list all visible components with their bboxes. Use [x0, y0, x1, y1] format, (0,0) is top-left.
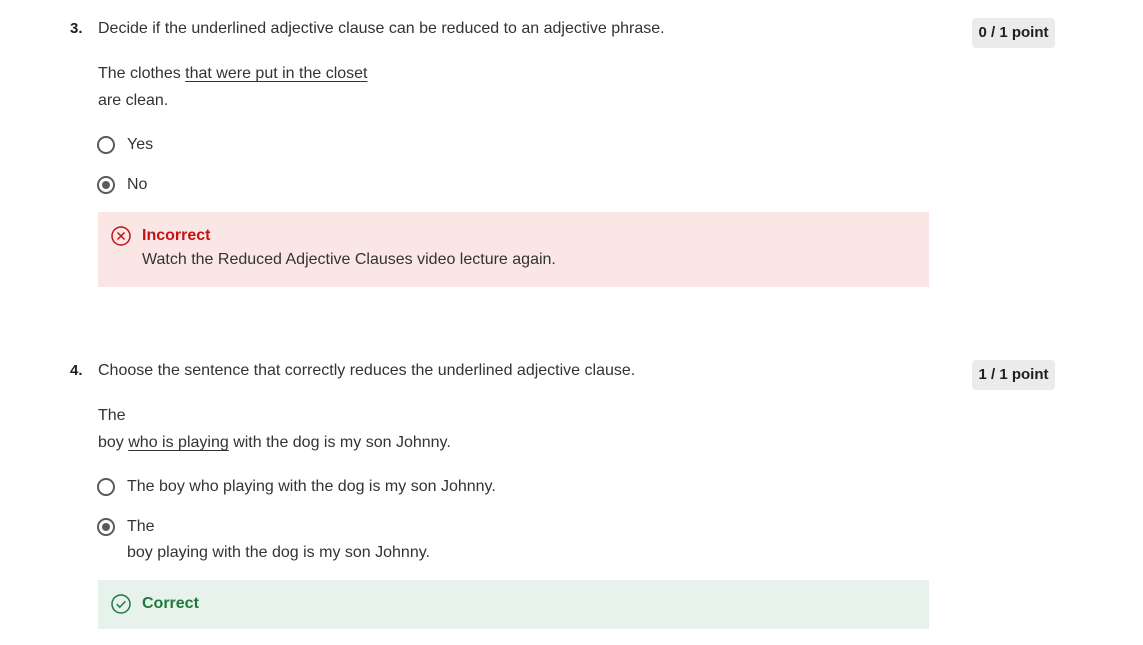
question-number: 4.: [70, 362, 83, 379]
feedback-incorrect: Incorrect Watch the Reduced Adjective Cl…: [98, 212, 929, 287]
question-prompt: Decide if the underlined adjective claus…: [98, 20, 665, 37]
question-sentence: The boy who is playing with the dog is m…: [98, 402, 451, 456]
sentence-text: The clothes: [98, 65, 186, 82]
question-number: 3.: [70, 20, 83, 37]
feedback-title: Correct: [142, 595, 199, 612]
option-label: The boy playing with the dog is my son J…: [127, 514, 430, 566]
option-label-line: The: [127, 518, 155, 535]
radio-button[interactable]: [97, 136, 115, 154]
quiz-results-page: 3. Decide if the underlined adjective cl…: [0, 0, 1143, 645]
feedback-correct: Correct: [98, 580, 929, 629]
check-circle-icon: [111, 594, 131, 614]
question-sentence: The clothes that were put in the closet …: [98, 60, 367, 114]
option-yes[interactable]: Yes: [97, 136, 153, 158]
underlined-clause: who is playing: [128, 434, 229, 451]
option-label: Yes: [127, 136, 154, 153]
sentence-text: are clean.: [98, 92, 169, 109]
sentence-text: The: [98, 407, 126, 424]
radio-button-selected[interactable]: [97, 518, 115, 536]
feedback-message: Watch the Reduced Adjective Clauses vide…: [142, 251, 556, 268]
option-label: The boy who playing with the dog is my s…: [127, 478, 496, 495]
question-prompt: Choose the sentence that correctly reduc…: [98, 362, 636, 379]
option-b[interactable]: The boy playing with the dog is my son J…: [97, 518, 430, 566]
option-label-line: boy playing with the dog is my son Johnn…: [127, 544, 430, 561]
feedback-title: Incorrect: [142, 227, 211, 244]
sentence-text: with the dog is my son Johnny.: [228, 434, 451, 451]
sentence-text: boy: [98, 434, 129, 451]
points-badge: 1 / 1 point: [972, 360, 1055, 390]
points-badge: 0 / 1 point: [972, 18, 1055, 48]
radio-button[interactable]: [97, 478, 115, 496]
option-label: No: [127, 176, 148, 193]
radio-button-selected[interactable]: [97, 176, 115, 194]
option-no[interactable]: No: [97, 176, 147, 198]
x-circle-icon: [111, 226, 131, 246]
option-a[interactable]: The boy who playing with the dog is my s…: [97, 478, 496, 500]
underlined-clause: that were put in the closet: [185, 65, 368, 82]
